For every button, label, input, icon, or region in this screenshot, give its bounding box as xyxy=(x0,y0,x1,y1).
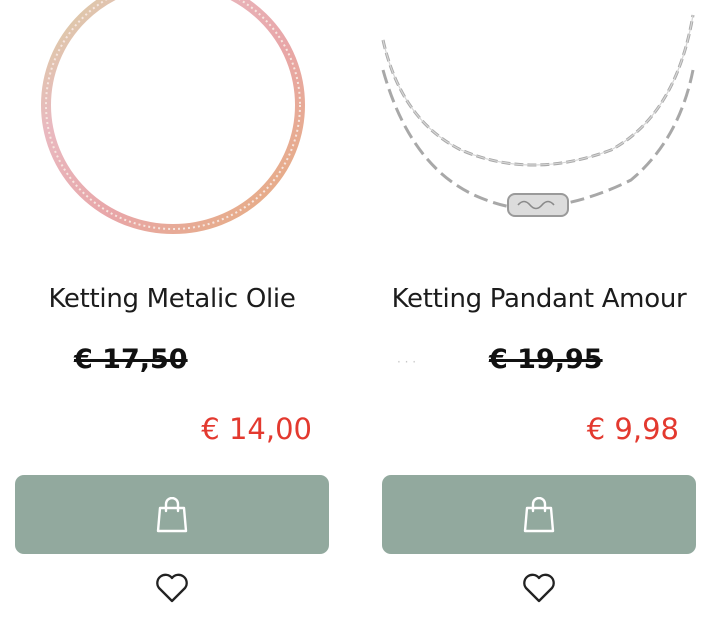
heart-outline-icon xyxy=(156,573,188,603)
add-to-wishlist-button[interactable] xyxy=(521,570,557,606)
heart-outline-icon xyxy=(523,573,555,603)
necklace-omega-collar-image xyxy=(41,0,305,234)
product-image[interactable] xyxy=(14,0,330,258)
necklace-layered-chain-image xyxy=(381,14,695,217)
add-to-cart-button[interactable] xyxy=(382,475,696,554)
add-to-wishlist-button[interactable] xyxy=(154,570,190,606)
add-to-cart-button[interactable] xyxy=(15,475,329,554)
original-price: € 19,95 xyxy=(489,344,603,375)
pendant-bar xyxy=(507,193,569,217)
shopping-bag-icon xyxy=(156,496,188,532)
sale-price: € 9,98 xyxy=(586,412,679,446)
faded-text: · · · xyxy=(397,355,417,369)
product-image[interactable] xyxy=(381,0,697,258)
product-card: Ketting Metalic Olie € 17,50 € 14,00 xyxy=(14,0,330,628)
shopping-bag-icon xyxy=(523,496,555,532)
sale-price: € 14,00 xyxy=(201,412,312,446)
product-title[interactable]: Ketting Metalic Olie xyxy=(14,284,330,314)
product-title[interactable]: Ketting Pandant Amour xyxy=(381,284,697,314)
original-price: € 17,50 xyxy=(74,344,188,375)
product-card: · · · Ketting Pandant Amour € 19,95 € 9,… xyxy=(381,0,697,628)
